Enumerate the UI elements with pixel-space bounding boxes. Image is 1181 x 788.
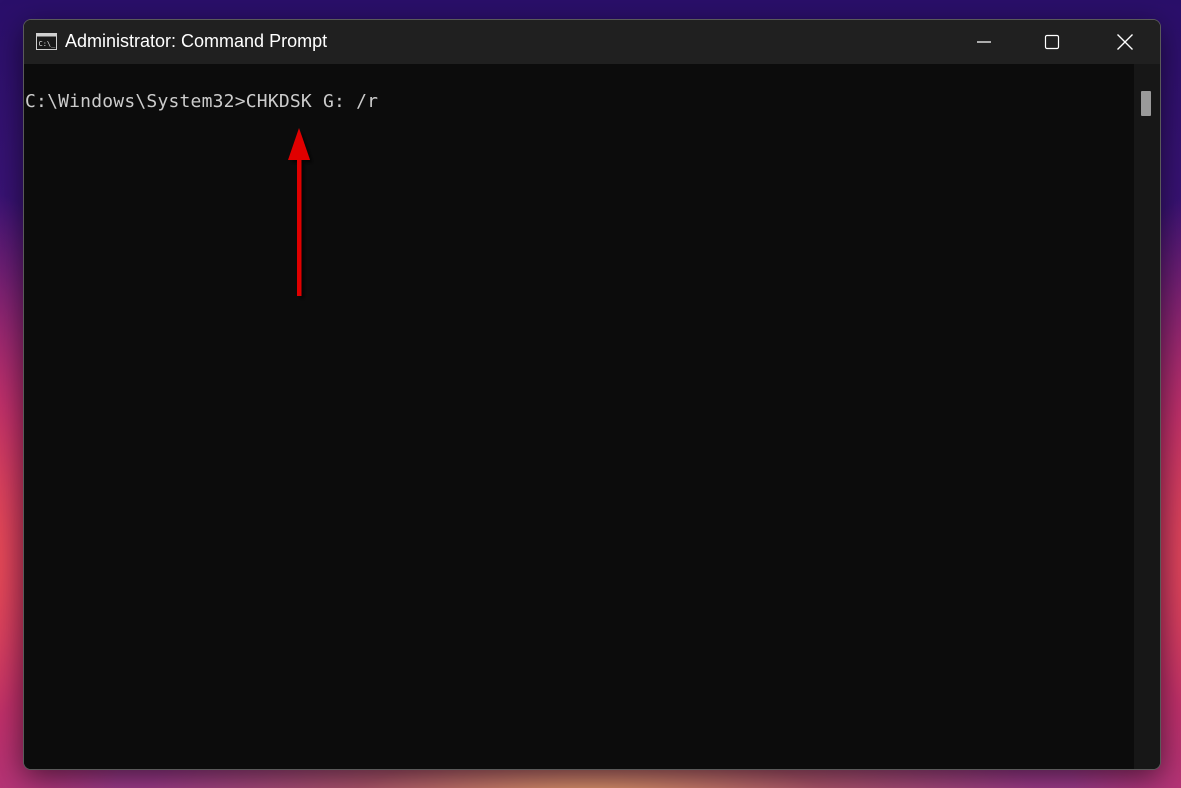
close-button[interactable] [1090,20,1160,64]
close-icon [1117,34,1133,50]
maximize-button[interactable] [1018,20,1086,64]
console-prompt: C:\Windows\System32> [25,91,246,112]
command-prompt-window: C:\_ Administrator: Command Prompt C:\Wi… [23,19,1161,770]
vertical-scrollbar[interactable] [1134,64,1160,769]
svg-text:C:\_: C:\_ [39,40,57,48]
console-output[interactable]: C:\Windows\System32>CHKDSK G: /r [24,64,1134,769]
cmd-app-icon: C:\_ [36,33,57,50]
title-bar[interactable]: C:\_ Administrator: Command Prompt [24,20,1160,64]
command-line: C:\Windows\System32>CHKDSK G: /r [25,91,378,112]
window-title: Administrator: Command Prompt [65,31,328,51]
maximize-icon [1044,34,1060,50]
console-command: CHKDSK G: /r [245,91,379,112]
minimize-button[interactable] [950,20,1018,64]
minimize-icon [977,41,991,43]
scrollbar-thumb[interactable] [1141,91,1151,116]
arrow-up-icon [288,128,310,296]
